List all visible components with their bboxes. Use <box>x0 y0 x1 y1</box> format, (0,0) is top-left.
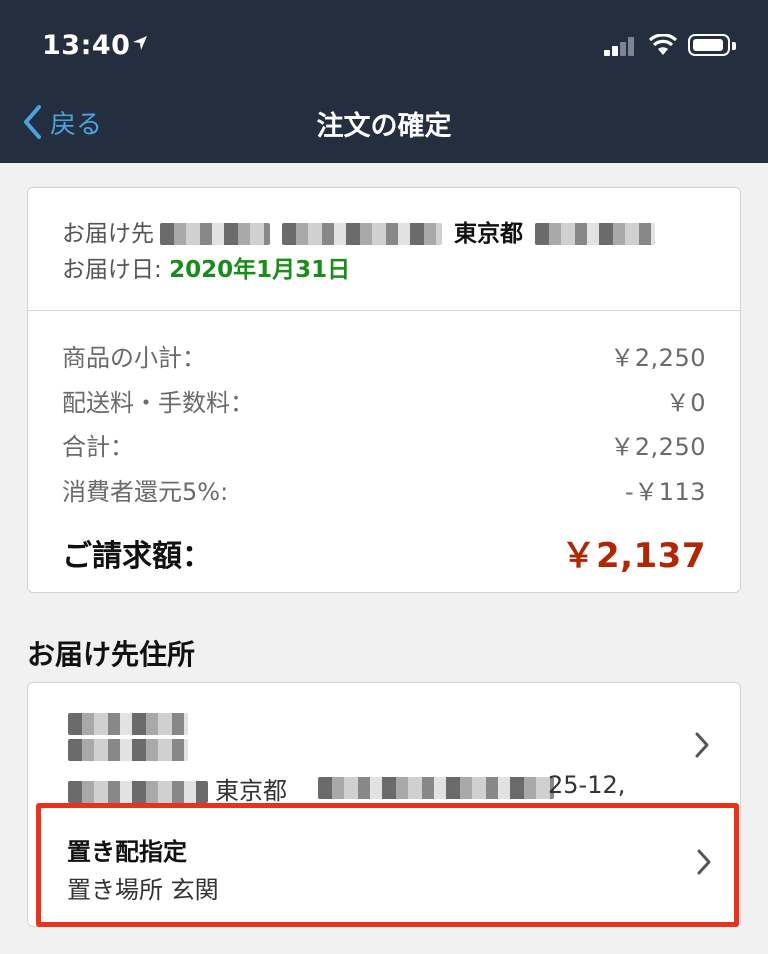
address-row[interactable]: 東京都 25-12, <box>62 709 682 805</box>
redacted-name <box>68 713 188 735</box>
divider <box>28 310 740 311</box>
okihai-title: 置き配指定 <box>67 838 187 866</box>
chevron-right-icon <box>697 849 711 875</box>
okihai-row[interactable]: 置き配指定 置き場所 玄関 <box>36 803 739 927</box>
delivery-city: 東京都 <box>454 221 523 247</box>
wifi-icon <box>648 34 678 55</box>
page-title: 注文の確定 <box>316 111 452 142</box>
redacted-street <box>318 777 554 799</box>
chevron-right-icon[interactable] <box>694 731 710 759</box>
battery-icon <box>688 34 736 56</box>
billing-total-row: ご請求額： ￥2,137 <box>62 528 706 577</box>
order-summary-card: お届け先 東京都 お届け日: 2020年1月31日 商品の小計： ￥2,250 … <box>27 187 741 593</box>
redacted-line <box>68 781 208 803</box>
address-section-title: お届け先住所 <box>27 638 196 671</box>
billing-total-label: ご請求額： <box>62 538 212 574</box>
redacted-postal <box>282 223 442 245</box>
summary-row-rebate: 消費者還元5%: -￥113 <box>62 470 706 515</box>
location-arrow-icon <box>133 36 147 50</box>
delivery-to-label: お届け先 <box>62 221 154 247</box>
summary-label: 商品の小計： <box>62 344 206 372</box>
status-time: 13:40 <box>42 30 131 61</box>
billing-total-value: ￥2,137 <box>561 536 706 576</box>
redacted-name <box>160 223 270 245</box>
address-card: 東京都 25-12, 置き配指定 置き場所 玄関 <box>27 682 741 927</box>
cellular-signal-icon <box>604 36 638 56</box>
summary-label: 合計： <box>62 433 134 461</box>
redacted-address <box>535 223 655 245</box>
delivery-info: お届け先 東京都 お届け日: 2020年1月31日 <box>62 216 661 288</box>
redacted-line <box>68 739 188 761</box>
delivery-date: 2020年1月31日 <box>169 257 351 283</box>
summary-row-subtotal: 商品の小計： ￥2,250 <box>62 336 706 381</box>
price-summary: 商品の小計： ￥2,250 配送料・手数料： ￥0 合計： ￥2,250 消費者… <box>62 336 706 577</box>
app-header: 13:40 戻る 注文の確定 <box>0 0 768 163</box>
address-city: 東京都 <box>215 777 287 805</box>
okihai-location: 置き場所 玄関 <box>67 876 219 904</box>
summary-row-total: 合計： ￥2,250 <box>62 425 706 470</box>
summary-label: 配送料・手数料： <box>62 388 254 417</box>
summary-value: ￥0 <box>665 388 706 417</box>
summary-value: -￥113 <box>625 477 706 506</box>
summary-value: ￥2,250 <box>610 433 706 461</box>
summary-label: 消費者還元5%: <box>62 477 229 506</box>
address-number: 25-12, <box>548 771 626 799</box>
delivery-date-label: お届け日: <box>62 257 162 283</box>
summary-row-shipping: 配送料・手数料： ￥0 <box>62 381 706 426</box>
summary-value: ￥2,250 <box>610 344 706 372</box>
